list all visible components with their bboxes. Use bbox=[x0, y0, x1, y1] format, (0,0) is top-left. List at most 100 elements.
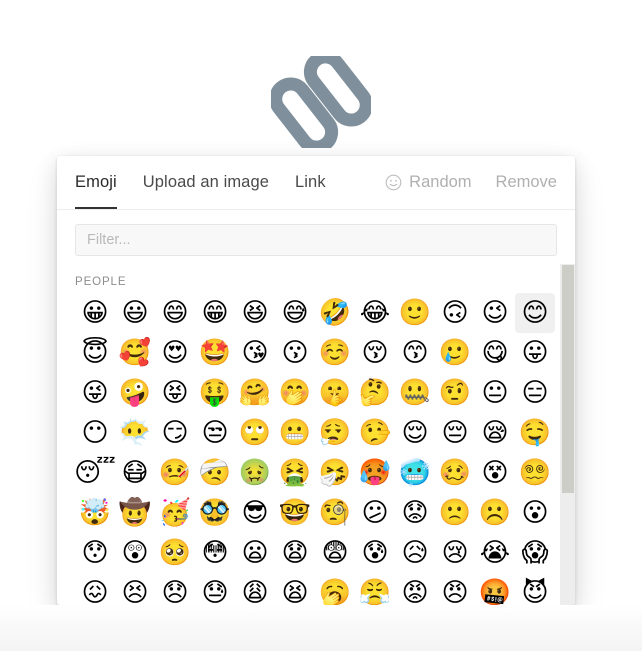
emoji-cell[interactable]: 😥 bbox=[395, 533, 435, 573]
filter-input[interactable] bbox=[75, 224, 557, 256]
emoji-cell[interactable]: 😠 bbox=[435, 573, 475, 605]
emoji-cell[interactable]: 😬 bbox=[275, 413, 315, 453]
emoji-cell[interactable]: 🤣 bbox=[315, 293, 355, 333]
emoji-cell[interactable]: 🤯 bbox=[75, 493, 115, 533]
remove-button[interactable]: Remove bbox=[496, 173, 557, 192]
emoji-cell[interactable]: 😷 bbox=[115, 453, 155, 493]
emoji-cell[interactable]: 😣 bbox=[115, 573, 155, 605]
emoji-cell[interactable]: 😗 bbox=[275, 333, 315, 373]
emoji-cell[interactable]: 😕 bbox=[355, 493, 395, 533]
emoji-cell[interactable]: 😟 bbox=[395, 493, 435, 533]
emoji-cell[interactable]: 😵‍💫 bbox=[515, 453, 555, 493]
emoji-cell[interactable]: 😆 bbox=[235, 293, 275, 333]
emoji-cell[interactable]: 😶‍🌫️ bbox=[115, 413, 155, 453]
emoji-cell[interactable]: 😚 bbox=[355, 333, 395, 373]
emoji-cell[interactable]: 😤 bbox=[355, 573, 395, 605]
emoji-cell[interactable]: 🥰 bbox=[115, 333, 155, 373]
emoji-cell[interactable]: 😱 bbox=[515, 533, 555, 573]
emoji-scroll-area[interactable]: PEOPLE 😀 😃 😄 😁 😆 😅 🤣 😂 🙂 🙃 😉 😊 😇 🥰 😍 🤩 😘 😗 ☺️ 😚 😙 🥲 😋 😛 😜 🤪 😝 🤑 🤗 🤭 🤫 🤔… bbox=[57, 264, 575, 605]
emoji-cell[interactable]: 🤔 bbox=[355, 373, 395, 413]
emoji-cell[interactable]: 😖 bbox=[75, 573, 115, 605]
emoji-cell[interactable]: 🥸 bbox=[195, 493, 235, 533]
emoji-cell[interactable]: 🤕 bbox=[195, 453, 235, 493]
emoji-cell[interactable]: 😂 bbox=[355, 293, 395, 333]
emoji-cell[interactable]: 🤑 bbox=[195, 373, 235, 413]
emoji-cell[interactable]: 😁 bbox=[195, 293, 235, 333]
emoji-cell[interactable]: 🤒 bbox=[155, 453, 195, 493]
emoji-cell[interactable]: 😫 bbox=[275, 573, 315, 605]
emoji-cell[interactable]: 😭 bbox=[475, 533, 515, 573]
emoji-cell[interactable]: 😜 bbox=[75, 373, 115, 413]
emoji-cell[interactable]: 😴 bbox=[74, 453, 116, 493]
emoji-cell[interactable]: 😊 bbox=[515, 293, 555, 333]
emoji-cell[interactable]: 😏 bbox=[155, 413, 195, 453]
emoji-cell[interactable]: 🤧 bbox=[315, 453, 355, 493]
emoji-cell[interactable]: 🤫 bbox=[315, 373, 355, 413]
emoji-cell[interactable]: 🤬 bbox=[475, 573, 515, 605]
tab-emoji[interactable]: Emoji bbox=[75, 156, 117, 209]
emoji-cell[interactable]: 😌 bbox=[395, 413, 435, 453]
emoji-cell[interactable]: 😳 bbox=[195, 533, 235, 573]
emoji-cell[interactable]: 😲 bbox=[115, 533, 155, 573]
emoji-cell[interactable]: 🤪 bbox=[115, 373, 155, 413]
emoji-cell[interactable]: 🙃 bbox=[435, 293, 475, 333]
scrollbar-track[interactable] bbox=[560, 264, 575, 605]
emoji-cell[interactable]: 😈 bbox=[515, 573, 555, 605]
emoji-cell[interactable]: ☺️ bbox=[315, 333, 355, 373]
emoji-cell[interactable]: 😔 bbox=[435, 413, 475, 453]
emoji-cell[interactable]: 😃 bbox=[115, 293, 155, 333]
emoji-cell[interactable]: 🧐 bbox=[315, 493, 355, 533]
emoji-cell[interactable]: 😒 bbox=[195, 413, 235, 453]
emoji-cell[interactable]: 🥱 bbox=[315, 573, 355, 605]
random-button[interactable]: Random bbox=[385, 173, 472, 192]
emoji-cell[interactable]: 😦 bbox=[235, 533, 275, 573]
emoji-cell[interactable]: 😡 bbox=[395, 573, 435, 605]
emoji-cell[interactable]: 😀 bbox=[75, 293, 115, 333]
emoji-cell[interactable]: 😪 bbox=[475, 413, 515, 453]
emoji-cell[interactable]: 🥺 bbox=[155, 533, 195, 573]
emoji-cell[interactable]: 🤗 bbox=[235, 373, 275, 413]
emoji-cell[interactable]: 😵 bbox=[475, 453, 515, 493]
emoji-cell[interactable]: 😋 bbox=[475, 333, 515, 373]
emoji-cell[interactable]: 🤢 bbox=[235, 453, 275, 493]
emoji-cell[interactable]: 😐 bbox=[475, 373, 515, 413]
emoji-cell[interactable]: 🤩 bbox=[195, 333, 235, 373]
emoji-cell[interactable]: 🤠 bbox=[115, 493, 155, 533]
emoji-cell[interactable]: 🤨 bbox=[435, 373, 475, 413]
emoji-cell[interactable]: 🤐 bbox=[395, 373, 435, 413]
emoji-cell[interactable]: 😮 bbox=[515, 493, 555, 533]
emoji-cell[interactable]: 🤓 bbox=[275, 493, 315, 533]
emoji-cell[interactable]: 😢 bbox=[435, 533, 475, 573]
emoji-cell[interactable]: 🤥 bbox=[355, 413, 395, 453]
emoji-cell[interactable]: 🤮 bbox=[275, 453, 315, 493]
emoji-cell[interactable]: 😇 bbox=[75, 333, 115, 373]
emoji-cell[interactable]: 🥲 bbox=[435, 333, 475, 373]
emoji-cell[interactable]: 😘 bbox=[235, 333, 275, 373]
emoji-cell[interactable]: 😉 bbox=[475, 293, 515, 333]
emoji-cell[interactable]: 😝 bbox=[155, 373, 195, 413]
tab-upload-an-image[interactable]: Upload an image bbox=[143, 156, 269, 209]
emoji-cell[interactable]: 😶 bbox=[75, 413, 115, 453]
emoji-cell[interactable]: 😛 bbox=[515, 333, 555, 373]
emoji-cell[interactable]: 😓 bbox=[195, 573, 235, 605]
emoji-cell[interactable]: 😧 bbox=[275, 533, 315, 573]
emoji-cell[interactable]: 😯 bbox=[75, 533, 115, 573]
emoji-cell[interactable]: 😩 bbox=[235, 573, 275, 605]
emoji-cell[interactable]: 😎 bbox=[235, 493, 275, 533]
emoji-cell[interactable]: 😙 bbox=[395, 333, 435, 373]
emoji-cell[interactable]: 😍 bbox=[155, 333, 195, 373]
emoji-cell[interactable]: 🤭 bbox=[275, 373, 315, 413]
emoji-cell[interactable]: 🙁 bbox=[435, 493, 475, 533]
emoji-cell[interactable]: 😨 bbox=[315, 533, 355, 573]
emoji-cell[interactable]: 😞 bbox=[155, 573, 195, 605]
emoji-cell[interactable]: 🙄 bbox=[235, 413, 275, 453]
scrollbar-thumb[interactable] bbox=[562, 265, 574, 493]
emoji-cell[interactable]: 🥶 bbox=[395, 453, 435, 493]
emoji-cell[interactable]: 😮‍💨 bbox=[315, 413, 355, 453]
emoji-cell[interactable]: 😄 bbox=[155, 293, 195, 333]
emoji-cell[interactable]: 🥵 bbox=[355, 453, 395, 493]
emoji-cell[interactable]: 🥴 bbox=[435, 453, 475, 493]
emoji-cell[interactable]: 🤤 bbox=[515, 413, 555, 453]
emoji-cell[interactable]: 🥳 bbox=[155, 493, 195, 533]
emoji-cell[interactable]: 😑 bbox=[515, 373, 555, 413]
